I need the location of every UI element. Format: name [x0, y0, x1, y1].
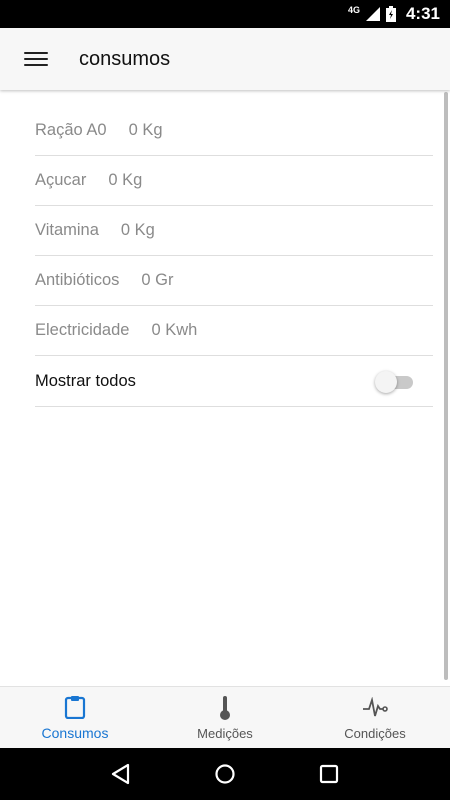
item-value: 0 Kg: [120, 221, 155, 239]
tab-condicoes[interactable]: Condições: [300, 687, 450, 748]
status-bar: 4G 4:31: [0, 0, 450, 28]
list-item-antibioticos: Antibióticos 0 Gr: [35, 256, 433, 306]
battery-icon: [385, 6, 396, 22]
tab-label: Medições: [197, 726, 253, 741]
recents-icon[interactable]: [319, 764, 339, 784]
tab-label: Condições: [344, 726, 406, 741]
item-label: Ração A0: [35, 121, 107, 139]
menu-icon[interactable]: [24, 50, 48, 68]
item-value: 0 Kg: [128, 121, 163, 139]
tab-consumos[interactable]: Consumos: [0, 687, 150, 748]
tab-label: Consumos: [41, 725, 109, 741]
page-title: consumos: [79, 47, 171, 70]
clipboard-icon: [64, 696, 86, 719]
show-all-toggle[interactable]: [375, 370, 415, 393]
list-item-electricidade: Electricidade 0 Kwh: [35, 306, 433, 356]
item-label: Antibióticos: [35, 271, 120, 289]
tab-medicoes[interactable]: Medições: [150, 687, 300, 748]
show-all-row: Mostrar todos: [35, 357, 433, 407]
system-navigation-bar: [0, 748, 450, 800]
show-all-label: Mostrar todos: [35, 372, 136, 390]
signal-icon: [365, 7, 380, 21]
item-label: Electricidade: [35, 321, 130, 339]
scrollbar[interactable]: [444, 92, 448, 680]
list-item-racao: Ração A0 0 Kg: [35, 106, 433, 156]
item-label: Açucar: [35, 171, 87, 189]
item-value: 0 Kg: [108, 171, 143, 189]
pulse-icon: [363, 697, 388, 717]
thermometer-icon: [220, 696, 230, 720]
list-item-vitamina: Vitamina 0 Kg: [35, 206, 433, 256]
home-icon[interactable]: [214, 763, 236, 785]
back-icon[interactable]: [111, 763, 131, 785]
item-value: 0 Gr: [141, 271, 174, 289]
item-value: 0 Kwh: [151, 321, 198, 339]
list-item-acucar: Açucar 0 Kg: [35, 156, 433, 206]
clock: 4:31: [405, 4, 440, 23]
item-label: Vitamina: [35, 221, 99, 239]
toggle-thumb: [375, 370, 397, 393]
bottom-navigation: Consumos Medições Condições: [0, 686, 450, 748]
network-type: 4G: [347, 5, 360, 15]
app-bar: consumos: [0, 28, 450, 90]
